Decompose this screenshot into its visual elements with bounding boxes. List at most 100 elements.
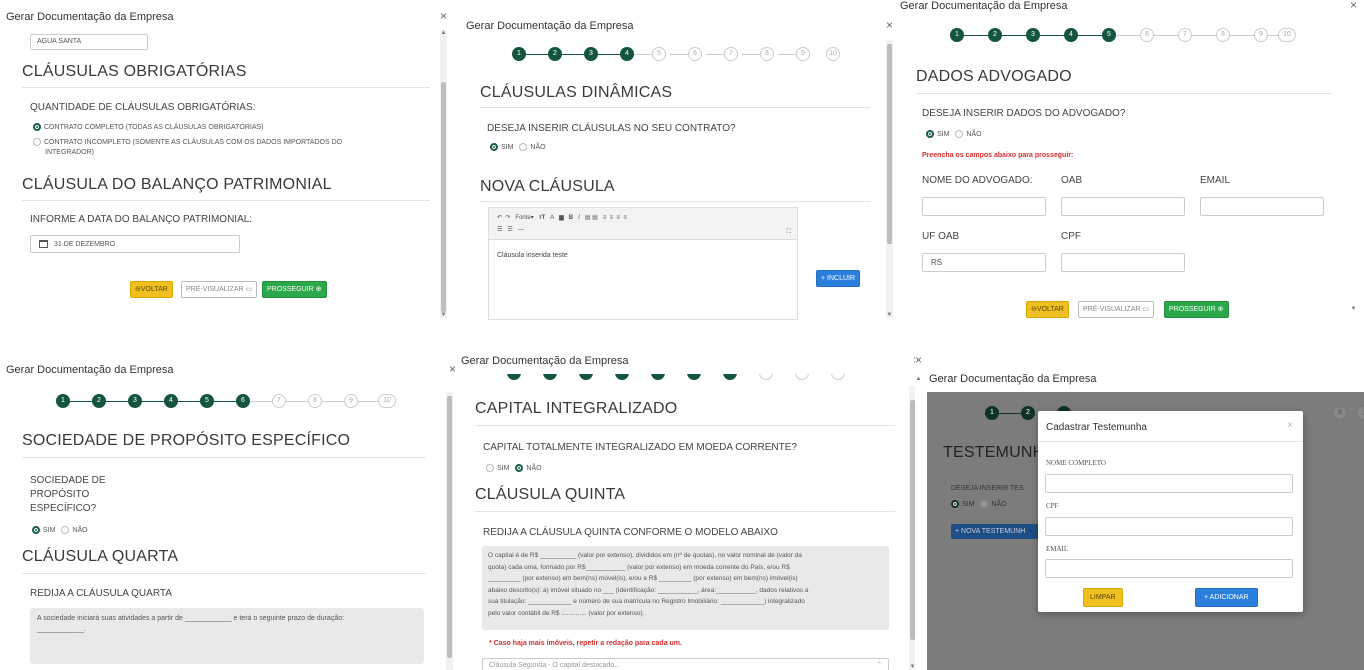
radio-sim[interactable]: SIM (490, 143, 513, 152)
step-5[interactable]: 5 (1102, 28, 1116, 42)
step-2[interactable]: 2 (988, 28, 1002, 42)
scrollbar-thumb[interactable] (441, 82, 446, 312)
radio-sim[interactable]: SIM (32, 526, 55, 535)
step-4[interactable]: 4 (164, 394, 178, 408)
radio-completo[interactable]: CONTRATO COMPLETO (TODAS AS CLÁUSULAS OB… (33, 123, 264, 132)
close-icon[interactable]: × (915, 353, 922, 367)
step-8[interactable]: 8 (1216, 28, 1230, 42)
step-9[interactable] (795, 374, 809, 380)
scroll-down-icon[interactable]: ▼ (1350, 306, 1357, 312)
step-10[interactable]: 10 (1357, 406, 1364, 420)
previsualizar-button[interactable]: PRÉ-VISUALIZAR ▭ (181, 281, 258, 298)
scroll-down-icon[interactable]: ▼ (440, 312, 447, 318)
font-size-icon[interactable]: тT (539, 215, 546, 221)
step-2[interactable]: 2 (92, 394, 106, 408)
editor-content[interactable]: Cláusula inserida teste (497, 252, 568, 259)
incluir-button[interactable]: + INCLUIR (816, 270, 861, 287)
step-3[interactable] (579, 374, 593, 380)
voltar-button[interactable]: ⊖VOLTAR (1026, 301, 1069, 318)
step-8[interactable]: 8 (308, 394, 322, 408)
step-6[interactable]: 6 (236, 394, 250, 408)
undo-icon[interactable]: ↶ (497, 215, 502, 221)
step-9[interactable]: 9 (344, 394, 358, 408)
sarrow-up[interactable]: ▲ (915, 376, 922, 382)
radio-sim[interactable]: SIM (486, 464, 509, 473)
scroll-down-icon[interactable]: ▼ (886, 312, 893, 318)
step-5[interactable]: 5 (200, 394, 214, 408)
highlight-icon[interactable]: ▆ (559, 215, 564, 221)
step-10[interactable]: 10 (826, 47, 840, 61)
step-9[interactable]: 9 (1333, 406, 1347, 420)
oab-input[interactable] (1061, 197, 1185, 216)
scrollbar[interactable]: ▼ (886, 40, 893, 318)
italic-icon[interactable]: I (578, 215, 580, 221)
radio-nao[interactable]: NÃO (980, 500, 1007, 509)
rich-text-editor[interactable]: ↶ ↷ Fonte▾ тT A ▆ B I ▤ ▤ ≡ ≡ ≡ ≡ ☰ ☰ — … (488, 207, 798, 320)
step-6[interactable] (687, 374, 701, 380)
scrollbar-thumb[interactable] (447, 396, 452, 658)
outdent-icon[interactable]: ▤ (592, 215, 598, 221)
step-1[interactable]: 1 (985, 406, 999, 420)
scrollbar-thumb[interactable] (887, 44, 892, 244)
radio-nao[interactable]: NÃO (515, 464, 542, 473)
close-icon[interactable]: × (1350, 0, 1357, 12)
text-color-icon[interactable]: A (550, 215, 554, 221)
justify-icon[interactable]: ≡ (623, 215, 627, 221)
prosseguir-button[interactable]: PROSSEGUIR ⊕ (1164, 301, 1229, 318)
limpar-button[interactable]: LIMPAR (1083, 588, 1123, 607)
bold-icon[interactable]: B (569, 215, 573, 221)
scrollbar[interactable] (446, 392, 453, 670)
step-6[interactable]: 6 (1140, 28, 1154, 42)
indent-icon[interactable]: ▤ (585, 215, 591, 221)
step-7[interactable]: 7 (1178, 28, 1192, 42)
step-5[interactable]: 5 (652, 47, 666, 61)
cpf-input[interactable] (1061, 253, 1185, 272)
nome-completo-input[interactable] (1045, 474, 1293, 493)
step-3[interactable]: 3 (128, 394, 142, 408)
radio-nao[interactable]: NÃO (61, 526, 88, 535)
clausula-select[interactable]: Cláusula Segunda - O capital destacado..… (482, 658, 889, 670)
step-9[interactable]: 9 (1254, 28, 1268, 42)
nome-advogado-input[interactable] (922, 197, 1046, 216)
radio-incompleto[interactable]: CONTRATO INCOMPLETO (SOMENTE AS CLÁUSULA… (33, 138, 342, 147)
step-2[interactable]: 2 (1021, 406, 1035, 420)
date-field[interactable]: 31 DE DEZEMBRO (30, 235, 240, 253)
bullet-list-icon[interactable]: ☰ (497, 227, 502, 233)
align-left-icon[interactable]: ≡ (603, 215, 607, 221)
step-8[interactable]: 8 (760, 47, 774, 61)
uf-oab-input[interactable]: RS (922, 253, 1046, 272)
step-6[interactable]: 6 (688, 47, 702, 61)
cpf-input[interactable] (1045, 517, 1293, 536)
scrollbar[interactable]: ▲ ▼ (440, 30, 447, 318)
voltar-button[interactable]: ⊖VOLTAR (130, 281, 173, 298)
close-icon[interactable]: × (886, 18, 893, 32)
step-5[interactable] (651, 374, 665, 380)
align-right-icon[interactable]: ≡ (617, 215, 621, 221)
step-1[interactable]: 1 (950, 28, 964, 42)
radio-nao[interactable]: NÃO (955, 130, 982, 139)
hr-icon[interactable]: — (518, 227, 524, 233)
previsualizar-button[interactable]: PRÉ-VISUALIZAR ▭ (1078, 301, 1155, 318)
step-10[interactable] (831, 374, 845, 380)
step-1[interactable] (507, 374, 521, 380)
step-8[interactable] (759, 374, 773, 380)
align-center-icon[interactable]: ≡ (610, 215, 614, 221)
step-2[interactable] (543, 374, 557, 380)
step-2[interactable]: 2 (548, 47, 562, 61)
step-4[interactable]: 4 (1064, 28, 1078, 42)
close-icon[interactable]: × (440, 9, 447, 23)
step-7[interactable]: 7 (724, 47, 738, 61)
email-input[interactable] (1045, 559, 1293, 578)
radio-sim[interactable]: SIM (926, 130, 949, 139)
email-input[interactable] (1200, 197, 1324, 216)
step-10[interactable]: 10 (378, 394, 396, 408)
redo-icon[interactable]: ↷ (505, 215, 510, 221)
step-1[interactable]: 1 (56, 394, 70, 408)
step-3[interactable]: 3 (1026, 28, 1040, 42)
step-1[interactable]: 1 (512, 47, 526, 61)
clausula-quarta-textarea[interactable]: A sociedade iniciará suas atividades a p… (30, 608, 424, 664)
step-4[interactable] (615, 374, 629, 380)
fullscreen-icon[interactable]: ⛶ (787, 226, 791, 238)
step-7[interactable]: 7 (272, 394, 286, 408)
radio-sim[interactable]: SIM (951, 500, 974, 509)
